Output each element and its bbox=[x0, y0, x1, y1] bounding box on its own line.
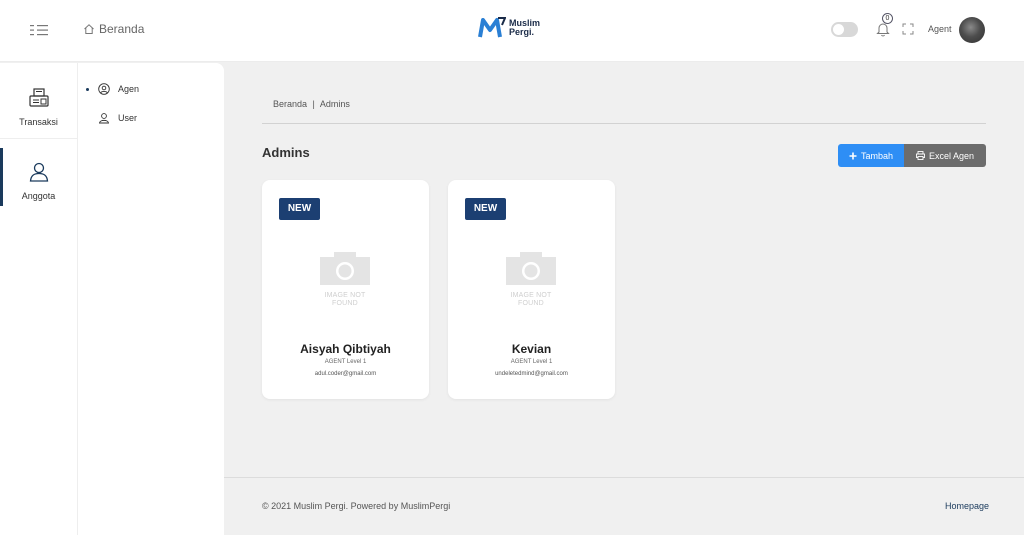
agent-role: AGENT Level 1 bbox=[324, 359, 367, 365]
placeholder-text: IMAGE NOT FOUND bbox=[324, 292, 366, 307]
theme-toggle[interactable] bbox=[831, 22, 858, 37]
subnav-label: User bbox=[118, 113, 138, 123]
agent-card[interactable]: NEW IMAGE NOT FOUND Kevian AGENT Level 1… bbox=[448, 180, 615, 399]
print-icon bbox=[916, 151, 925, 160]
logo[interactable]: Muslim Pergi. bbox=[478, 17, 549, 39]
camera-icon bbox=[320, 252, 370, 285]
user-name[interactable]: Agent bbox=[928, 24, 952, 34]
user-circle-icon bbox=[98, 83, 110, 95]
home-label: Beranda bbox=[99, 22, 145, 36]
fullscreen-icon[interactable] bbox=[902, 23, 914, 35]
breadcrumb-separator: | bbox=[312, 99, 315, 109]
add-button[interactable]: Tambah bbox=[838, 144, 904, 167]
user-outline-icon bbox=[98, 113, 110, 124]
breadcrumb-home[interactable]: Beranda bbox=[273, 99, 307, 109]
export-button-label: Excel Agen bbox=[928, 150, 975, 161]
user-icon bbox=[29, 162, 48, 182]
agent-email: adul.coder@gmail.com bbox=[314, 371, 377, 377]
sidebar-item-transaksi[interactable]: Transaksi bbox=[0, 87, 77, 127]
home-link[interactable]: Beranda bbox=[83, 22, 144, 36]
new-badge: NEW bbox=[279, 198, 320, 220]
export-excel-button[interactable]: Excel Agen bbox=[904, 144, 986, 167]
subnav-item-agen[interactable]: Agen bbox=[98, 83, 139, 95]
home-icon bbox=[84, 24, 94, 34]
breadcrumb: Beranda | Admins bbox=[273, 99, 350, 109]
breadcrumb-current: Admins bbox=[319, 99, 350, 109]
sidebar-item-anggota[interactable]: Anggota bbox=[0, 161, 77, 201]
agent-email: undeletedmind@gmail.com bbox=[495, 371, 568, 377]
subnav-label: Agen bbox=[118, 84, 140, 94]
breadcrumb-divider bbox=[262, 123, 986, 124]
logo-mark-icon bbox=[478, 17, 506, 38]
action-buttons: Tambah Excel Agen bbox=[838, 144, 986, 167]
footer-divider bbox=[224, 477, 1024, 478]
add-button-label: Tambah bbox=[860, 150, 894, 161]
agent-card[interactable]: NEW IMAGE NOT FOUND Aisyah Qibtiyah AGEN… bbox=[262, 180, 429, 399]
secondary-sidebar: Agen User bbox=[78, 63, 224, 535]
menu-icon[interactable] bbox=[30, 22, 48, 38]
fax-icon bbox=[28, 88, 49, 107]
plus-icon bbox=[849, 152, 857, 159]
image-placeholder: IMAGE NOT FOUND bbox=[320, 252, 370, 307]
agent-role: AGENT Level 1 bbox=[510, 359, 553, 365]
subnav-item-user[interactable]: User bbox=[98, 112, 137, 124]
active-dot bbox=[86, 88, 89, 91]
footer-copyright: © 2021 Muslim Pergi. Powered by MuslimPe… bbox=[262, 501, 451, 511]
agent-name: Kevian bbox=[511, 342, 552, 356]
logo-text: Muslim Pergi. bbox=[509, 18, 541, 37]
sidebar-item-label: Anggota bbox=[21, 191, 56, 201]
notification-badge: 0 bbox=[882, 13, 893, 24]
image-placeholder: IMAGE NOT FOUND bbox=[506, 252, 556, 307]
page-title: Admins bbox=[262, 145, 310, 160]
camera-icon bbox=[506, 252, 556, 285]
sidebar-divider bbox=[0, 138, 77, 139]
toggle-knob bbox=[833, 24, 844, 35]
homepage-link[interactable]: Homepage bbox=[945, 501, 989, 511]
agent-name: Aisyah Qibtiyah bbox=[300, 342, 391, 356]
sidebar-item-label: Transaksi bbox=[19, 117, 58, 127]
primary-sidebar: Transaksi Anggota bbox=[0, 63, 78, 535]
new-badge: NEW bbox=[465, 198, 506, 220]
top-navbar: Beranda Muslim Pergi. 0 Agent bbox=[0, 0, 1024, 62]
avatar[interactable] bbox=[959, 17, 985, 43]
placeholder-text: IMAGE NOT FOUND bbox=[510, 292, 552, 307]
